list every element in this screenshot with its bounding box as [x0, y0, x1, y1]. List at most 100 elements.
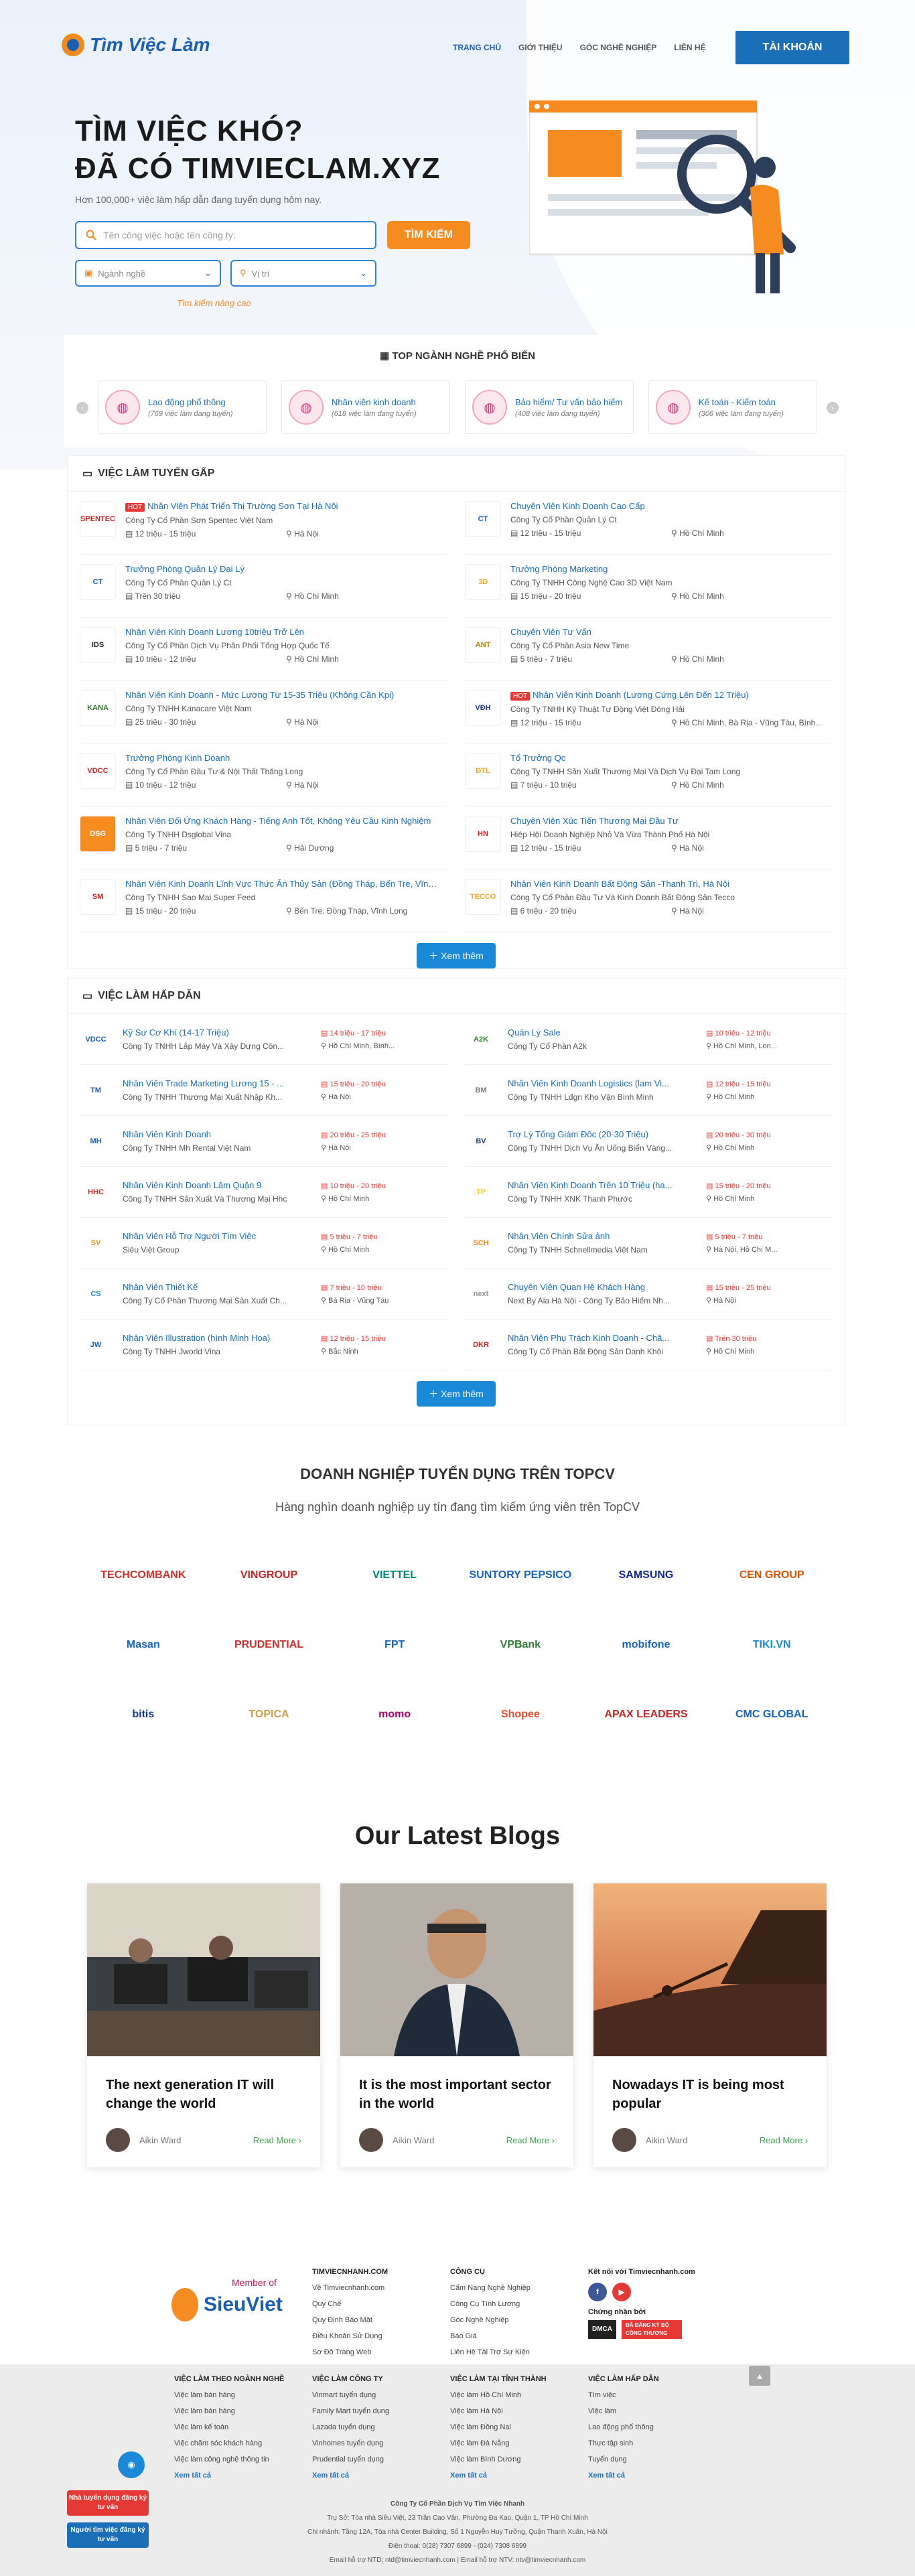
- next-arrow-icon[interactable]: ›: [827, 402, 839, 414]
- company-logo[interactable]: VINGROUP: [206, 1554, 332, 1597]
- job-item[interactable]: next Chuyên Viên Quan Hệ Khách Hàng Next B…: [465, 1269, 833, 1319]
- footer-link[interactable]: Liên Hệ Tài Trợ Sự Kiện: [450, 2344, 531, 2360]
- job-item[interactable]: CS Nhân Viên Thiết Kế Công Ty Cổ Phần Thươ…: [80, 1269, 447, 1319]
- job-title[interactable]: Quản Lý Sale: [508, 1027, 695, 1037]
- category-card[interactable]: ◍ Bảo hiểm/ Tư vấn bảo hiểm (408 việc làm …: [465, 380, 634, 434]
- footer-link[interactable]: Sơ Đồ Trang Web: [312, 2344, 388, 2360]
- job-title[interactable]: Nhân Viên Kinh Doanh Bất Động Sản -Thanh…: [510, 879, 735, 889]
- job-title[interactable]: Nhân Viên Kinh Doanh: [123, 1129, 310, 1139]
- blog-card[interactable]: It is the most important sector in the w…: [340, 1883, 573, 2167]
- job-title[interactable]: Nhân Viên Kinh Doanh Lĩnh Vực Thức Ăn Th…: [125, 879, 440, 889]
- job-title[interactable]: Trợ Lý Tổng Giám Đốc (20-30 Triệu): [508, 1129, 695, 1139]
- job-item[interactable]: TP Nhân Viên Kinh Doanh Trên 10 Triệu (ha…: [465, 1167, 833, 1218]
- footer-link[interactable]: Việc làm Hồ Chí Minh: [450, 2387, 547, 2403]
- company-logo[interactable]: FPT: [332, 1624, 458, 1666]
- account-button[interactable]: TÀI KHOẢN: [735, 31, 849, 64]
- footer-link[interactable]: Việc làm kế toán: [174, 2419, 284, 2435]
- job-item[interactable]: CT Chuyên Viên Kinh Doanh Cao Cấp Công Ty …: [465, 492, 833, 555]
- nav-about[interactable]: GIỚI THIỆU: [518, 43, 563, 52]
- job-item[interactable]: TECCO Nhân Viên Kinh Doanh Bất Động Sản -…: [465, 869, 833, 932]
- bct-badge[interactable]: ĐÃ ĐĂNG KÝ BỘ CÔNG THƯƠNG: [622, 2320, 682, 2339]
- job-title[interactable]: Nhân Viên Chính Sửa ảnh: [508, 1231, 695, 1241]
- job-title[interactable]: Trưởng Phòng Kinh Doanh: [125, 753, 319, 763]
- footer-link[interactable]: Family Mart tuyển dụng: [312, 2403, 389, 2419]
- read-more-link[interactable]: Read More ›: [506, 2135, 555, 2145]
- job-title[interactable]: Nhân Viên Illustration (hình Minh Họa): [123, 1333, 310, 1343]
- company-logo[interactable]: TOPICA: [206, 1693, 332, 1736]
- company-logo[interactable]: CEN GROUP: [709, 1554, 835, 1597]
- blog-title[interactable]: It is the most important sector in the w…: [340, 2058, 573, 2113]
- blog-title[interactable]: The next generation IT will change the w…: [87, 2058, 320, 2113]
- footer-link[interactable]: Tìm việc: [588, 2387, 659, 2403]
- footer-see-all[interactable]: Xem tất cả: [312, 2467, 389, 2484]
- footer-link[interactable]: Việc làm Đà Nẵng: [450, 2435, 547, 2451]
- dmca-badge[interactable]: DMCA: [588, 2320, 616, 2339]
- job-item[interactable]: VDCC Trưởng Phòng Kinh Doanh Công Ty Cổ Ph…: [80, 743, 447, 806]
- company-logo[interactable]: CMC GLOBAL: [709, 1693, 835, 1736]
- job-item[interactable]: TM Nhân Viên Trade Marketing Lương 15 - .…: [80, 1065, 447, 1116]
- job-item[interactable]: VĐH HOT Nhân Viên Kinh Doanh (Lương Cứng L…: [465, 681, 833, 743]
- footer-link[interactable]: Quy Định Bảo Mật: [312, 2312, 388, 2328]
- blog-card[interactable]: Nowadays IT is being most popular Aikin …: [593, 1883, 827, 2167]
- job-title[interactable]: Nhân Viên Kinh Doanh Logistics (lam Vi..…: [508, 1078, 695, 1088]
- job-title[interactable]: Chuyên Viên Tư Vấn: [510, 627, 724, 637]
- job-title[interactable]: Kỹ Sư Cơ Khí (14-17 Triệu): [123, 1027, 310, 1037]
- footer-see-all[interactable]: Xem tất cả: [174, 2467, 284, 2484]
- facebook-icon[interactable]: f: [588, 2283, 607, 2301]
- job-title[interactable]: Tổ Trưởng Qc: [510, 753, 740, 763]
- company-logo[interactable]: Shopee: [458, 1693, 583, 1736]
- job-item[interactable]: JW Nhân Viên Illustration (hình Minh Họa)…: [80, 1319, 447, 1370]
- footer-link[interactable]: Việc làm công nghệ thông tin: [174, 2451, 284, 2467]
- job-title[interactable]: Chuyên Viên Quan Hệ Khách Hàng: [508, 1282, 695, 1292]
- job-item[interactable]: DKR Nhân Viên Phụ Trách Kinh Doanh - Chă.…: [465, 1319, 833, 1370]
- employer-consult-button[interactable]: Nhà tuyển dụng đăng ký tư vấn: [67, 2490, 149, 2516]
- job-title[interactable]: Chuyên Viên Xúc Tiến Thương Mại Đầu Tư: [510, 816, 709, 826]
- company-logo[interactable]: SUNTORY PEPSICO: [458, 1554, 583, 1597]
- job-title[interactable]: Nhân Viên Kinh Doanh Lâm Quận 9: [123, 1180, 310, 1190]
- read-more-link[interactable]: Read More ›: [253, 2135, 301, 2145]
- job-item[interactable]: DSG Nhân Viên Đối Ứng Khách Hàng - Tiếng …: [80, 806, 447, 869]
- nav-career-corner[interactable]: GÓC NGHỀ NGHIỆP: [580, 43, 657, 52]
- footer-link[interactable]: Prudential tuyển dụng: [312, 2451, 389, 2467]
- company-logo[interactable]: bitis: [80, 1693, 206, 1736]
- footer-link[interactable]: Lazada tuyển dụng: [312, 2419, 389, 2435]
- nav-home[interactable]: TRANG CHỦ: [453, 43, 501, 52]
- footer-link[interactable]: Việc làm bán hàng: [174, 2403, 284, 2419]
- read-more-link[interactable]: Read More ›: [760, 2135, 808, 2145]
- job-item[interactable]: ĐTL Tổ Trưởng Qc Công Ty TNHH Sản Xuất Thư…: [465, 743, 833, 806]
- company-logo[interactable]: Masan: [80, 1624, 206, 1666]
- job-title[interactable]: Nhân Viên Kinh Doanh Trên 10 Triệu (ha..…: [508, 1180, 695, 1190]
- category-card[interactable]: ◍ Kế toán - Kiểm toán (306 việc làm đang t…: [648, 380, 817, 434]
- job-item[interactable]: SV Nhân Viên Hỗ Trợ Người Tìm Việc Siêu Vi…: [80, 1218, 447, 1269]
- footer-link[interactable]: Việc làm: [588, 2403, 659, 2419]
- blog-title[interactable]: Nowadays IT is being most popular: [593, 2058, 827, 2113]
- job-item[interactable]: SM Nhân Viên Kinh Doanh Lĩnh Vực Thức Ăn …: [80, 869, 447, 932]
- job-title[interactable]: Nhân Viên Hỗ Trợ Người Tìm Việc: [123, 1231, 310, 1241]
- footer-link[interactable]: Việc làm Hà Nội: [450, 2403, 547, 2419]
- footer-link[interactable]: Góc Nghề Nghiệp: [450, 2312, 531, 2328]
- job-item[interactable]: ANT Chuyên Viên Tư Vấn Công Ty Cổ Phần Asi…: [465, 618, 833, 681]
- company-logo[interactable]: PRUDENTIAL: [206, 1624, 332, 1666]
- footer-link[interactable]: Báo Giá: [450, 2328, 531, 2344]
- footer-link[interactable]: Quy Chế: [312, 2296, 388, 2312]
- footer-see-all[interactable]: Xem tất cả: [450, 2467, 547, 2484]
- footer-link[interactable]: Vinhomes tuyển dụng: [312, 2435, 389, 2451]
- notification-bell-icon[interactable]: ◉: [118, 2451, 145, 2478]
- job-item[interactable]: A2K Quản Lý Sale Công Ty Cổ Phần A2k ▤ 10 t…: [465, 1014, 833, 1065]
- footer-link[interactable]: Việc làm bán hàng: [174, 2387, 284, 2403]
- blog-card[interactable]: The next generation IT will change the w…: [87, 1883, 320, 2167]
- attractive-more-button[interactable]: ＋ Xem thêm: [417, 1381, 496, 1407]
- job-item[interactable]: SCH Nhân Viên Chính Sửa ảnh Công Ty TNHH S…: [465, 1218, 833, 1269]
- footer-link[interactable]: Tuyển dụng: [588, 2451, 659, 2467]
- job-item[interactable]: HN Chuyên Viên Xúc Tiến Thương Mại Đầu Tư…: [465, 806, 833, 869]
- job-title[interactable]: Nhân Viên Trade Marketing Lương 15 - ...: [123, 1078, 310, 1088]
- job-item[interactable]: IDS Nhân Viên Kinh Doanh Lương 10triệu Tr…: [80, 618, 447, 681]
- prev-arrow-icon[interactable]: ‹: [76, 402, 88, 414]
- job-title[interactable]: Trưởng Phòng Marketing: [510, 564, 724, 574]
- job-title[interactable]: Nhân Viên Đối Ứng Khách Hàng - Tiếng Anh…: [125, 816, 431, 826]
- job-item[interactable]: KANA Nhân Viên Kinh Doanh - Mức Lương Từ …: [80, 681, 447, 743]
- job-title[interactable]: HOT Nhân Viên Kinh Doanh (Lương Cứng Lên …: [510, 690, 822, 701]
- youtube-icon[interactable]: ▶: [612, 2283, 631, 2301]
- footer-link[interactable]: Thực tập sinh: [588, 2435, 659, 2451]
- footer-see-all[interactable]: Xem tất cả: [588, 2467, 659, 2484]
